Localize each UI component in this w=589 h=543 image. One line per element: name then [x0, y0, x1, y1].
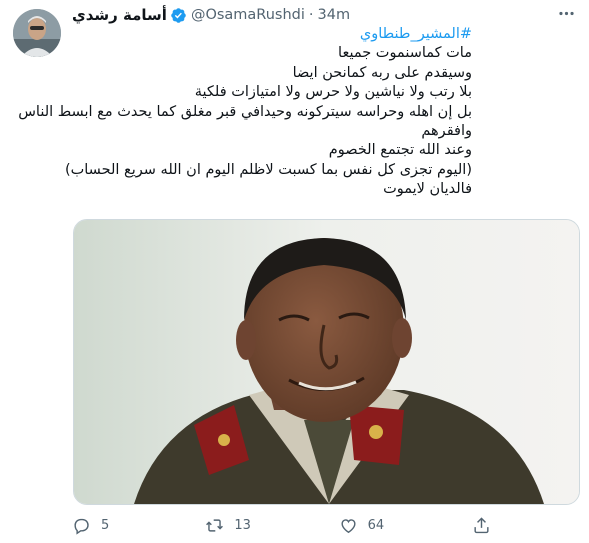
verified-badge-icon [170, 7, 187, 24]
tweet-line: بل إن اهله وحراسه سيتركونه وحيدافي قبر م… [18, 103, 472, 120]
separator-dot: · [308, 7, 314, 23]
timestamp[interactable]: 34m [318, 7, 351, 23]
reply-count: 5 [101, 517, 110, 533]
retweet-count: 13 [234, 517, 251, 533]
tweet-media-photo[interactable] [73, 219, 580, 505]
handle[interactable]: @OsamaRushdi [191, 7, 305, 23]
tweet-actions: 5 13 64 [72, 512, 512, 538]
tweet-line: فالديان لايموت [383, 181, 472, 198]
display-name[interactable]: أسامة رشدي [72, 6, 167, 24]
tweet-line: (اليوم تجزى كل نفس بما كسبت لاظلم اليوم … [64, 161, 472, 178]
avatar[interactable] [13, 9, 61, 57]
tweet-line: وسيقدم على ربه كمانحن ايضا [292, 64, 472, 81]
reply-button[interactable]: 5 [72, 516, 162, 535]
tweet-line: مات كماسنموت جميعا [338, 45, 472, 62]
share-icon [474, 516, 489, 533]
more-icon[interactable] [553, 2, 579, 24]
hashtag-link[interactable]: #المشير_طنطاوي [72, 25, 472, 44]
tweet-line: وعند الله تجتمع الخصوم [328, 142, 472, 159]
share-button[interactable] [472, 516, 512, 535]
like-button[interactable]: 64 [339, 516, 429, 535]
tweet-text: #المشير_طنطاوي مات كماسنموت جميعا وسيقدم… [18, 25, 472, 200]
like-count: 64 [367, 517, 385, 533]
like-icon [341, 518, 356, 533]
tweet-line: وافقرهم [421, 123, 472, 140]
retweet-icon [206, 518, 224, 532]
reply-icon [74, 518, 89, 535]
retweet-button[interactable]: 13 [205, 516, 295, 535]
tweet-line: بلا رتب ولا نياشين ولا حرس ولا امتيازات … [194, 84, 472, 101]
tweet-header: أسامة رشدي @OsamaRushdi · 34m [72, 4, 542, 26]
